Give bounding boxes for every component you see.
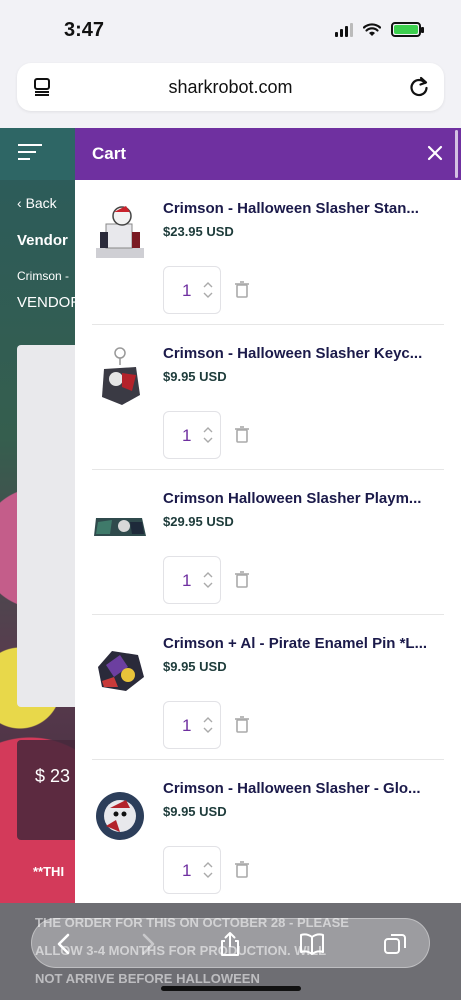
trash-icon[interactable] xyxy=(235,716,249,733)
item-price: $23.95 USD xyxy=(163,224,234,239)
chevron-up-icon[interactable] xyxy=(203,426,213,434)
status-time: 3:47 xyxy=(64,19,105,41)
item-title[interactable]: Crimson + Al - Pirate Enamel Pin *L... xyxy=(163,635,446,652)
quantity-stepper[interactable]: 1 xyxy=(163,846,221,894)
home-indicator xyxy=(161,986,301,991)
product-price: $ 23 xyxy=(35,766,71,786)
chevron-down-icon[interactable] xyxy=(203,436,213,444)
chevron-up-icon[interactable] xyxy=(203,571,213,579)
chevron-up-icon[interactable] xyxy=(203,861,213,869)
reload-icon[interactable] xyxy=(408,75,430,97)
status-bar: 3:47 xyxy=(0,0,461,60)
cart-item: Crimson - Halloween Slasher Keyc... $9.9… xyxy=(92,325,444,470)
chevron-down-icon[interactable] xyxy=(203,726,213,734)
close-icon[interactable] xyxy=(427,145,443,161)
forward-icon[interactable] xyxy=(134,931,160,957)
quantity-stepper[interactable]: 1 xyxy=(163,556,221,604)
reader-icon[interactable] xyxy=(33,77,51,97)
chevron-down-icon[interactable] xyxy=(203,871,213,879)
cart-item: Crimson + Al - Pirate Enamel Pin *L... $… xyxy=(92,615,444,760)
cart-item: Crimson - Halloween Slasher - Glo... $9.… xyxy=(92,760,444,903)
browser-toolbar xyxy=(31,918,430,968)
back-link[interactable]: ‹ Back xyxy=(17,195,57,211)
product-note: **THI xyxy=(33,864,65,879)
cart-title: Cart xyxy=(92,144,127,163)
quantity-stepper[interactable]: 1 xyxy=(163,266,221,314)
item-price: $9.95 USD xyxy=(163,659,227,674)
status-icons xyxy=(335,22,424,37)
chevron-up-icon[interactable] xyxy=(203,716,213,724)
item-title[interactable]: Crimson - Halloween Slasher - Glo... xyxy=(163,780,446,797)
chevron-down-icon[interactable] xyxy=(203,291,213,299)
cart-item: Crimson - Halloween Slasher Stan... $23.… xyxy=(92,180,444,325)
scrollbar[interactable] xyxy=(455,130,458,178)
chevron-up-icon[interactable] xyxy=(203,281,213,289)
product-thumbnail[interactable] xyxy=(92,782,148,846)
back-label: Back xyxy=(25,195,57,211)
quantity-value[interactable]: 1 xyxy=(182,426,191,446)
quantity-stepper[interactable]: 1 xyxy=(163,701,221,749)
quantity-stepper[interactable]: 1 xyxy=(163,411,221,459)
address-bar[interactable]: sharkrobot.com xyxy=(17,63,444,111)
item-title[interactable]: Crimson - Halloween Slasher Keyc... xyxy=(163,345,446,362)
url-text[interactable]: sharkrobot.com xyxy=(168,77,292,98)
product-thumbnail[interactable] xyxy=(92,637,148,701)
product-thumbnail[interactable] xyxy=(92,202,148,266)
item-price: $9.95 USD xyxy=(163,369,227,384)
cellular-signal-icon xyxy=(335,22,353,37)
trash-icon[interactable] xyxy=(235,861,249,878)
product-thumbnail[interactable] xyxy=(92,347,148,411)
wifi-icon xyxy=(363,22,381,36)
cart-header: Cart xyxy=(75,128,461,180)
tabs-icon[interactable] xyxy=(382,931,408,957)
quantity-value[interactable]: 1 xyxy=(182,861,191,881)
item-price: $9.95 USD xyxy=(163,804,227,819)
breadcrumb: Crimson - xyxy=(17,269,70,283)
product-thumbnail[interactable] xyxy=(92,492,148,556)
footer-text-line: NOT ARRIVE BEFORE HALLOWEEN xyxy=(35,971,260,986)
trash-icon[interactable] xyxy=(235,571,249,588)
vendor-caps: VENDOR xyxy=(17,294,82,311)
trash-icon[interactable] xyxy=(235,281,249,298)
item-price: $29.95 USD xyxy=(163,514,234,529)
quantity-value[interactable]: 1 xyxy=(182,281,191,301)
item-title[interactable]: Crimson - Halloween Slasher Stan... xyxy=(163,200,446,217)
quantity-value[interactable]: 1 xyxy=(182,716,191,736)
menu-icon[interactable] xyxy=(18,144,42,162)
share-icon[interactable] xyxy=(217,931,243,957)
vendor-label: Vendor xyxy=(17,232,68,249)
quantity-value[interactable]: 1 xyxy=(182,571,191,591)
back-icon[interactable] xyxy=(52,931,78,957)
chevron-down-icon[interactable] xyxy=(203,581,213,589)
bookmarks-icon[interactable] xyxy=(299,931,325,957)
item-title[interactable]: Crimson Halloween Slasher Playm... xyxy=(163,490,446,507)
cart-drawer: Cart Crimson - Halloween Slasher Stan...… xyxy=(75,128,461,903)
trash-icon[interactable] xyxy=(235,426,249,443)
battery-icon xyxy=(391,22,424,37)
cart-item: Crimson Halloween Slasher Playm... $29.9… xyxy=(92,470,444,615)
